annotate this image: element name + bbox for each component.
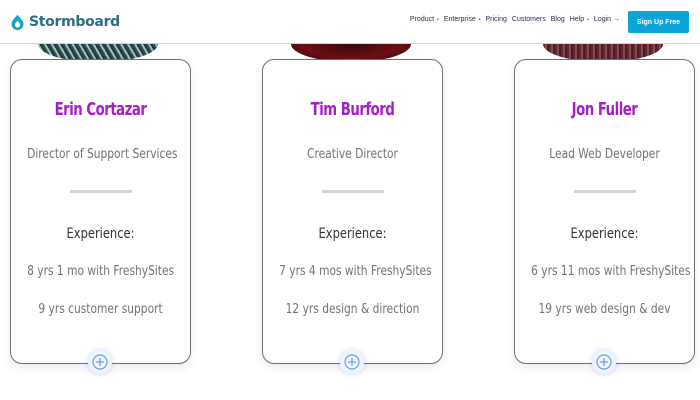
chevron-down-icon: • xyxy=(478,16,481,23)
member-name: Jon Fuller xyxy=(571,99,638,120)
brand-name: Stormboard xyxy=(29,14,120,30)
site-header: Stormboard Product • Enterprise • Pricin… xyxy=(0,0,700,44)
member-name: Tim Burford xyxy=(310,99,395,120)
nav-item-blog[interactable]: Blog xyxy=(551,16,565,23)
nav-item-label: Pricing xyxy=(485,16,507,23)
nav-item-enterprise[interactable]: Enterprise • xyxy=(444,16,481,23)
expand-card-button[interactable] xyxy=(592,350,616,374)
nav-item-label: Product xyxy=(409,16,435,23)
experience-heading: Experience: xyxy=(66,226,135,242)
experience-line: 12 yrs design & direction xyxy=(285,302,420,317)
main-nav: Product • Enterprise • Pricing Customers… xyxy=(405,16,620,23)
chevron-down-icon: • xyxy=(437,16,439,23)
divider xyxy=(574,190,636,193)
member-role: Creative Director xyxy=(307,147,398,162)
divider xyxy=(70,190,132,193)
experience-line: 19 yrs web design & dev xyxy=(538,302,671,317)
nav-item-product[interactable]: Product • xyxy=(410,16,439,23)
expand-card-button[interactable] xyxy=(340,350,364,374)
team-card: Erin Cortazar Director of Support Servic… xyxy=(10,59,191,364)
nav-item-label: Login → xyxy=(593,16,620,23)
experience-line: 9 yrs customer support xyxy=(38,302,163,317)
experience-heading: Experience: xyxy=(318,226,387,242)
chevron-down-icon: • xyxy=(587,16,589,23)
nav-item-login[interactable]: Login → xyxy=(594,16,620,23)
nav-item-label: Help xyxy=(569,16,585,23)
plus-circle-icon xyxy=(344,354,360,370)
nav-item-label: Enterprise xyxy=(443,16,476,23)
member-name: Erin Cortazar xyxy=(54,99,147,120)
nav-item-label: Blog xyxy=(550,16,565,23)
member-role: Lead Web Developer xyxy=(549,147,660,162)
experience-line: 7 yrs 4 mos with FreshySites xyxy=(279,264,432,279)
stormboard-logo-icon xyxy=(11,14,24,30)
team-card: Jon Fuller Lead Web Developer Experience… xyxy=(514,59,695,364)
nav-item-help[interactable]: Help • xyxy=(570,16,589,23)
nav-item-pricing[interactable]: Pricing xyxy=(485,16,506,23)
plus-circle-icon xyxy=(596,354,612,370)
expand-card-button[interactable] xyxy=(88,350,112,374)
experience-heading: Experience: xyxy=(570,226,639,242)
experience-line: 8 yrs 1 mo with FreshySites xyxy=(27,264,175,279)
nav-item-customers[interactable]: Customers xyxy=(512,16,546,23)
logo-link[interactable]: Stormboard xyxy=(9,12,120,32)
team-card: Tim Burford Creative Director Experience… xyxy=(262,59,443,364)
experience-line: 6 yrs 11 mos with FreshySites xyxy=(531,264,691,279)
divider xyxy=(322,190,384,193)
plus-circle-icon xyxy=(92,354,108,370)
nav-item-label: Customers xyxy=(511,16,546,23)
member-role: Director of Support Services xyxy=(27,147,178,162)
sign-up-free-button[interactable]: Sign Up Free xyxy=(628,11,689,33)
